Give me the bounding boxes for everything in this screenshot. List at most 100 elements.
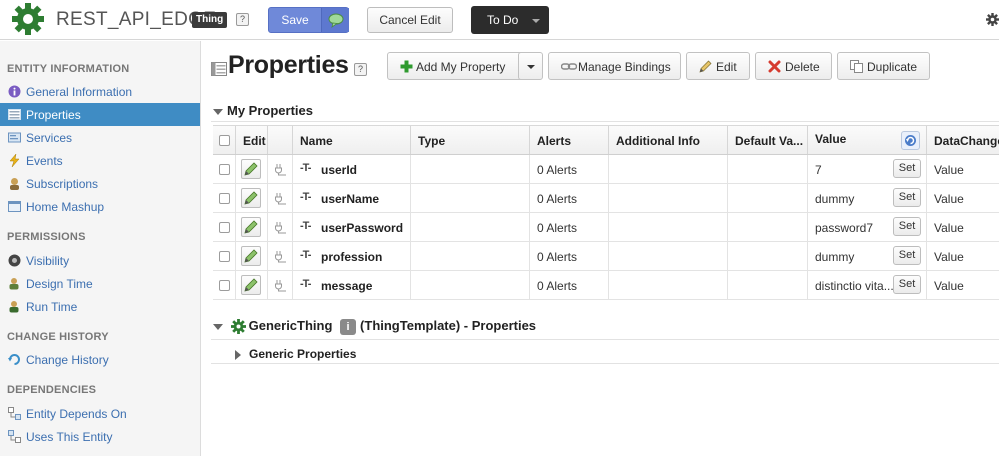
section-divider: [211, 339, 999, 340]
delete-label: Delete: [785, 60, 820, 74]
column-label: Value: [815, 132, 847, 146]
add-property-dropdown-button[interactable]: [518, 52, 543, 80]
chevron-down-icon: [527, 65, 535, 69]
help-icon[interactable]: ?: [236, 13, 249, 26]
datachange-value: Value: [934, 279, 964, 293]
table-row[interactable]: -T-profession 0 Alerts dummy Set Value: [213, 242, 999, 271]
sidebar-item-run-time[interactable]: Run Time: [0, 295, 200, 318]
row-name-cell: -T-userName: [293, 184, 411, 212]
column-label: Edit: [243, 134, 266, 148]
column-header-alerts[interactable]: Alerts: [530, 126, 609, 154]
refresh-icon[interactable]: [901, 131, 920, 150]
comment-icon[interactable]: [321, 8, 349, 32]
help-icon[interactable]: ?: [354, 63, 367, 76]
edit-label: Edit: [716, 60, 737, 74]
sidebar-item-entity-depends-on[interactable]: Entity Depends On: [0, 402, 200, 425]
save-button[interactable]: Save: [268, 7, 349, 33]
set-value-button[interactable]: Set: [893, 159, 921, 178]
set-value-button[interactable]: Set: [893, 217, 921, 236]
string-type-icon: -T-: [300, 249, 311, 261]
row-binding-cell: [268, 213, 293, 241]
row-checkbox[interactable]: [219, 251, 230, 262]
column-header-edit[interactable]: Edit: [236, 126, 268, 154]
binding-plug-icon[interactable]: [274, 162, 288, 176]
binding-plug-icon[interactable]: [274, 220, 288, 234]
column-header-name[interactable]: Name: [293, 126, 411, 154]
row-select-cell: [213, 184, 236, 212]
thing-template-header[interactable]: GenericThing i (ThingTemplate) - Properti…: [213, 318, 536, 338]
row-checkbox[interactable]: [219, 193, 230, 204]
generic-properties-toggle[interactable]: Generic Properties: [235, 347, 356, 361]
settings-gear-icon[interactable]: [986, 13, 999, 26]
sidebar-item-services[interactable]: Services: [0, 126, 200, 149]
row-checkbox[interactable]: [219, 280, 230, 291]
column-label: Default Va...: [735, 134, 804, 148]
alerts-count: 0 Alerts: [537, 163, 578, 177]
row-checkbox[interactable]: [219, 222, 230, 233]
row-additional-info-cell: [609, 155, 728, 183]
property-value: 7: [815, 163, 822, 177]
sidebar-item-uses-this-entity[interactable]: Uses This Entity: [0, 425, 200, 448]
row-edit-cell: [236, 184, 268, 212]
manage-bindings-button[interactable]: Manage Bindings: [548, 52, 681, 80]
properties-icon: [8, 109, 21, 120]
sidebar-item-general-information[interactable]: General Information: [0, 80, 200, 103]
column-header-default-value[interactable]: Default Va...: [728, 126, 808, 154]
edit-row-button[interactable]: [241, 246, 261, 266]
edit-row-button[interactable]: [241, 217, 261, 237]
thingworx-gear-logo-icon: [8, 2, 48, 36]
table-row[interactable]: -T-userPassword 0 Alerts password7 Set Va…: [213, 213, 999, 242]
row-value-cell: dummy Set: [808, 184, 927, 212]
set-value-button[interactable]: Set: [893, 275, 921, 294]
sidebar-item-label: Run Time: [26, 300, 78, 314]
alerts-count: 0 Alerts: [537, 221, 578, 235]
table-row[interactable]: -T-userName 0 Alerts dummy Set Value: [213, 184, 999, 213]
section-divider: [211, 363, 999, 364]
column-label: DataChange: [934, 134, 999, 148]
row-additional-info-cell: [609, 213, 728, 241]
sidebar-item-visibility[interactable]: Visibility: [0, 249, 200, 272]
row-checkbox[interactable]: [219, 164, 230, 175]
sidebar-item-events[interactable]: Events: [0, 149, 200, 172]
column-header-type[interactable]: Type: [411, 126, 530, 154]
edit-button[interactable]: Edit: [686, 52, 750, 80]
row-alerts-cell: 0 Alerts: [530, 271, 609, 299]
edit-row-button[interactable]: [241, 188, 261, 208]
set-value-button[interactable]: Set: [893, 188, 921, 207]
my-properties-header[interactable]: My Properties: [213, 103, 313, 118]
sidebar-item-properties[interactable]: Properties: [0, 103, 200, 126]
delete-button[interactable]: Delete: [755, 52, 832, 80]
row-additional-info-cell: [609, 242, 728, 270]
save-button-label: Save: [281, 13, 309, 27]
row-default-value-cell: [728, 184, 808, 212]
sidebar-item-home-mashup[interactable]: Home Mashup: [0, 195, 200, 218]
set-value-button[interactable]: Set: [893, 246, 921, 265]
table-row[interactable]: -T-userId 0 Alerts 7 Set Value: [213, 155, 999, 184]
sidebar-item-design-time[interactable]: Design Time: [0, 272, 200, 295]
binding-plug-icon[interactable]: [274, 278, 288, 292]
column-header-datachange[interactable]: DataChange: [927, 126, 999, 154]
sidebar-item-subscriptions[interactable]: Subscriptions: [0, 172, 200, 195]
alerts-count: 0 Alerts: [537, 279, 578, 293]
property-name: message: [321, 279, 373, 293]
table-row[interactable]: -T-message 0 Alerts distinctio vita... Se…: [213, 271, 999, 300]
column-label: Type: [418, 134, 446, 148]
plus-icon: [400, 60, 413, 73]
column-header-additional-info[interactable]: Additional Info: [609, 126, 728, 154]
duplicate-button[interactable]: Duplicate: [837, 52, 930, 80]
binding-plug-icon[interactable]: [274, 249, 288, 263]
sidebar-item-label: Visibility: [26, 254, 70, 268]
row-default-value-cell: [728, 155, 808, 183]
column-header-value[interactable]: Value: [808, 126, 927, 154]
edit-row-button[interactable]: [241, 159, 261, 179]
select-all-checkbox[interactable]: [219, 135, 230, 146]
edit-row-button[interactable]: [241, 275, 261, 295]
todo-dropdown-button[interactable]: To Do: [471, 6, 549, 34]
binding-plug-icon[interactable]: [274, 191, 288, 205]
sidebar-item-label: Home Mashup: [26, 200, 105, 214]
info-icon[interactable]: i: [340, 318, 357, 335]
sidebar-item-change-history[interactable]: Change History: [0, 348, 200, 371]
row-value-cell: 7 Set: [808, 155, 927, 183]
cancel-edit-button[interactable]: Cancel Edit: [367, 7, 453, 33]
property-value: dummy: [815, 250, 855, 264]
